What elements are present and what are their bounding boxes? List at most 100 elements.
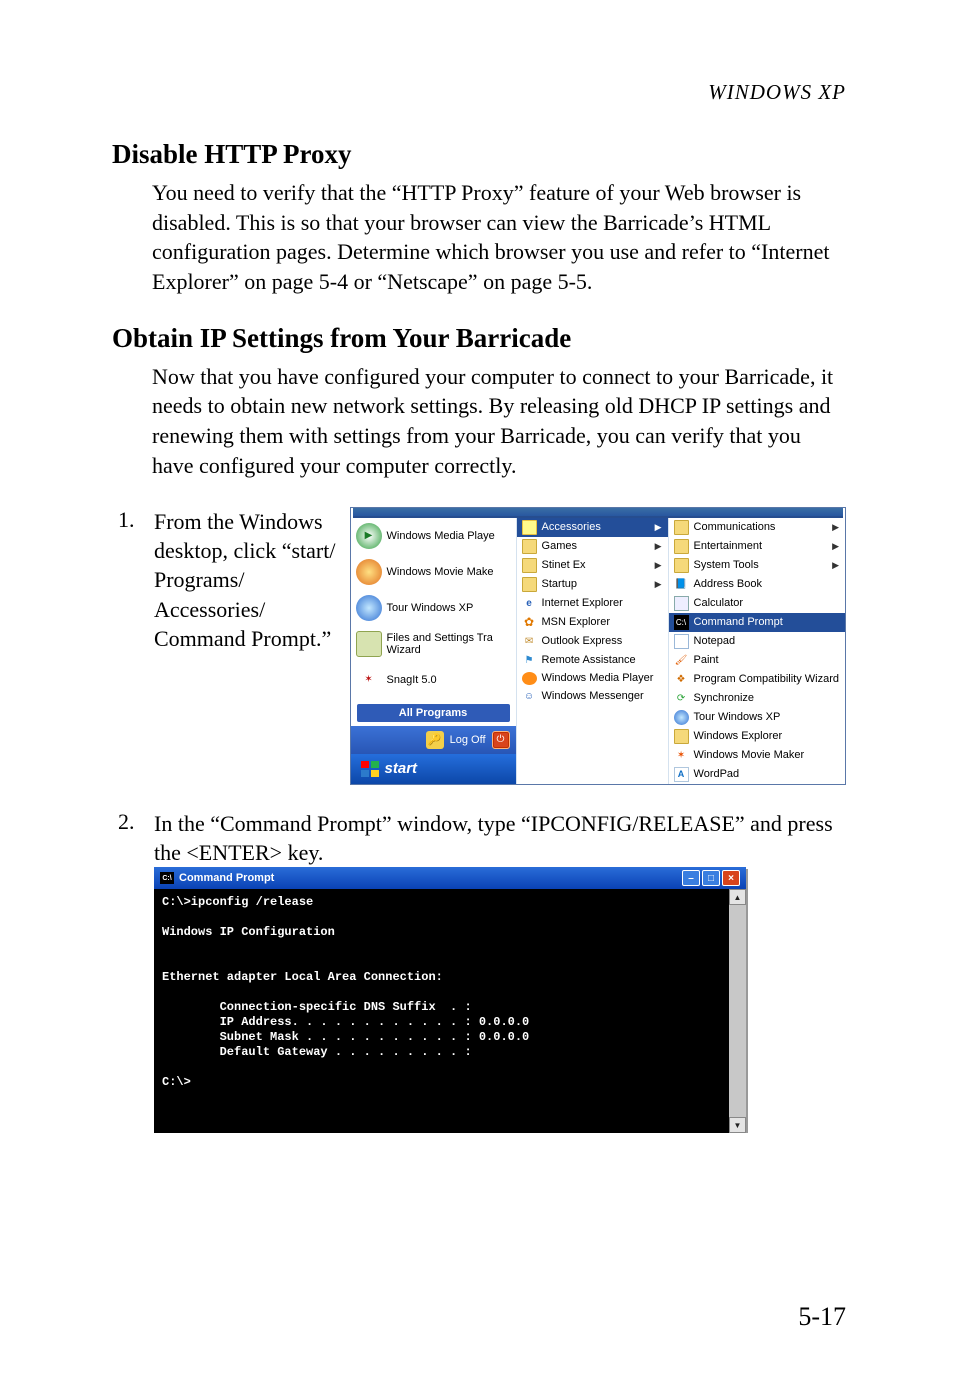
menu-outlook[interactable]: ✉ Outlook Express: [517, 632, 668, 651]
menu-moviemaker[interactable]: Windows Movie Make: [351, 554, 516, 590]
folder-icon: [674, 520, 689, 535]
cmd-scrollbar[interactable]: ▲ ▼: [729, 889, 746, 1133]
sync-icon: ⟳: [674, 691, 689, 706]
menu-compat-wizard[interactable]: ❖ Program Compatibility Wizard: [669, 670, 845, 689]
folder-icon: [674, 558, 689, 573]
submenu-arrow-icon: ▶: [832, 522, 839, 533]
scroll-down-icon[interactable]: ▼: [729, 1117, 746, 1133]
folder-icon: [522, 558, 537, 573]
people-icon: ☺: [522, 689, 537, 704]
menu-tour-right[interactable]: Tour Windows XP: [669, 708, 845, 727]
maximize-button[interactable]: □: [702, 870, 720, 886]
section-title-proxy: Disable HTTP Proxy: [112, 139, 846, 170]
step2-text: In the “Command Prompt” window, type “IP…: [154, 809, 846, 868]
minimize-button[interactable]: –: [682, 870, 700, 886]
menu-files-label: Files and Settings Tra Wizard: [387, 632, 493, 656]
start-button[interactable]: start: [351, 754, 516, 784]
folder-icon: [674, 729, 689, 744]
page-number: 5-17: [798, 1302, 846, 1332]
menu-snagit[interactable]: ✶ SnagIt 5.0: [351, 662, 516, 698]
book-icon: 📘: [674, 577, 689, 592]
submenu-arrow-icon: ▶: [655, 579, 662, 590]
menu-games[interactable]: Games ▶: [517, 537, 668, 556]
logoff-key-icon: 🔑: [426, 731, 444, 749]
logoff-strip: 🔑 Log Off ⏻: [351, 726, 516, 754]
menu-messenger[interactable]: ☺ Windows Messenger: [517, 687, 668, 706]
menu-tour-label: Tour Windows XP: [387, 602, 474, 614]
startmenu-screenshot: ▶ Windows Media Playe Windows Movie Make…: [350, 507, 846, 785]
menu-synchronize[interactable]: ⟳ Synchronize: [669, 689, 845, 708]
folder-icon: [674, 539, 689, 554]
startmenu-user-strip: [353, 508, 843, 518]
menu-remote-assist[interactable]: ⚑ Remote Assistance: [517, 651, 668, 670]
menu-wordpad[interactable]: A WordPad: [669, 765, 845, 784]
section-title-ip: Obtain IP Settings from Your Barricade: [112, 323, 846, 354]
menu-wmp-mid[interactable]: Windows Media Player: [517, 670, 668, 687]
windows-flag-icon: [361, 761, 379, 777]
close-button[interactable]: ×: [722, 870, 740, 886]
step1-text: From the Windows desktop, click “start/ …: [154, 507, 336, 654]
submenu-arrow-icon: ▶: [655, 560, 662, 571]
moviemaker-icon: ✶: [674, 748, 689, 763]
menu-accessories-label: Accessories: [542, 521, 601, 533]
menu-moviemaker-right[interactable]: ✶ Windows Movie Maker: [669, 746, 845, 765]
menu-snagit-label: SnagIt 5.0: [387, 674, 437, 686]
play-icon: ▶: [356, 523, 382, 549]
step1-number: 1.: [112, 507, 140, 533]
submenu-arrow-icon: ▶: [832, 560, 839, 571]
menu-communications[interactable]: Communications ▶: [669, 518, 845, 537]
menu-win-explorer[interactable]: Windows Explorer: [669, 727, 845, 746]
menu-system-tools[interactable]: System Tools ▶: [669, 556, 845, 575]
menu-moviemaker-label: Windows Movie Make: [387, 566, 494, 578]
calculator-icon: [674, 596, 689, 611]
ie-icon: e: [522, 596, 537, 611]
shutdown-icon[interactable]: ⏻: [492, 731, 510, 749]
files-icon: [356, 631, 382, 657]
moviemaker-icon: [356, 559, 382, 585]
section-body-ip: Now that you have configured your comput…: [152, 362, 846, 481]
page-header: WINDOWS XP: [112, 80, 846, 105]
folder-icon: [522, 577, 537, 592]
menu-wmp-label: Windows Media Playe: [387, 530, 495, 542]
section-body-proxy: You need to verify that the “HTTP Proxy”…: [152, 178, 846, 297]
scroll-track[interactable]: [729, 905, 746, 1117]
menu-files-wizard[interactable]: Files and Settings Tra Wizard: [351, 626, 516, 662]
menu-command-prompt[interactable]: C:\ Command Prompt: [669, 613, 845, 632]
cmd-output: C:\>ipconfig /release Windows IP Configu…: [154, 889, 729, 1133]
notepad-icon: [674, 634, 689, 649]
cmd-titlebar: C:\ Command Prompt – □ ×: [154, 867, 746, 889]
menu-wmp[interactable]: ▶ Windows Media Playe: [351, 518, 516, 554]
menu-address-book[interactable]: 📘 Address Book: [669, 575, 845, 594]
scroll-up-icon[interactable]: ▲: [729, 889, 746, 905]
snagit-icon: ✶: [356, 667, 382, 693]
menu-accessories[interactable]: Accessories ▶: [517, 518, 668, 537]
folder-icon: [522, 520, 537, 535]
submenu-arrow-icon: ▶: [655, 522, 662, 533]
menu-paint[interactable]: 🖌 Paint: [669, 651, 845, 670]
step2-number: 2.: [112, 809, 140, 835]
menu-stinet[interactable]: Stinet Ex ▶: [517, 556, 668, 575]
msn-icon: ✿: [522, 615, 537, 630]
remote-icon: ⚑: [522, 653, 537, 668]
cmd-icon: C:\: [674, 615, 689, 630]
submenu-arrow-icon: ▶: [655, 541, 662, 552]
menu-calculator[interactable]: Calculator: [669, 594, 845, 613]
submenu-arrow-icon: ▶: [832, 541, 839, 552]
menu-tour[interactable]: Tour Windows XP: [351, 590, 516, 626]
start-label: start: [385, 760, 418, 777]
all-programs-button[interactable]: All Programs: [357, 704, 510, 722]
menu-entertainment[interactable]: Entertainment ▶: [669, 537, 845, 556]
menu-ie[interactable]: e Internet Explorer: [517, 594, 668, 613]
menu-startup[interactable]: Startup ▶: [517, 575, 668, 594]
logoff-label[interactable]: Log Off: [450, 734, 486, 746]
paint-icon: 🖌: [674, 653, 689, 668]
tour-icon: [356, 595, 382, 621]
cmd-icon: C:\: [160, 872, 174, 884]
menu-notepad[interactable]: Notepad: [669, 632, 845, 651]
envelope-icon: ✉: [522, 634, 537, 649]
cmd-title: Command Prompt: [179, 872, 274, 884]
tour-icon: [674, 710, 689, 725]
command-prompt-screenshot: C:\ Command Prompt – □ × C:\>ipconfig /r…: [154, 867, 746, 1133]
menu-msn[interactable]: ✿ MSN Explorer: [517, 613, 668, 632]
folder-icon: [522, 539, 537, 554]
